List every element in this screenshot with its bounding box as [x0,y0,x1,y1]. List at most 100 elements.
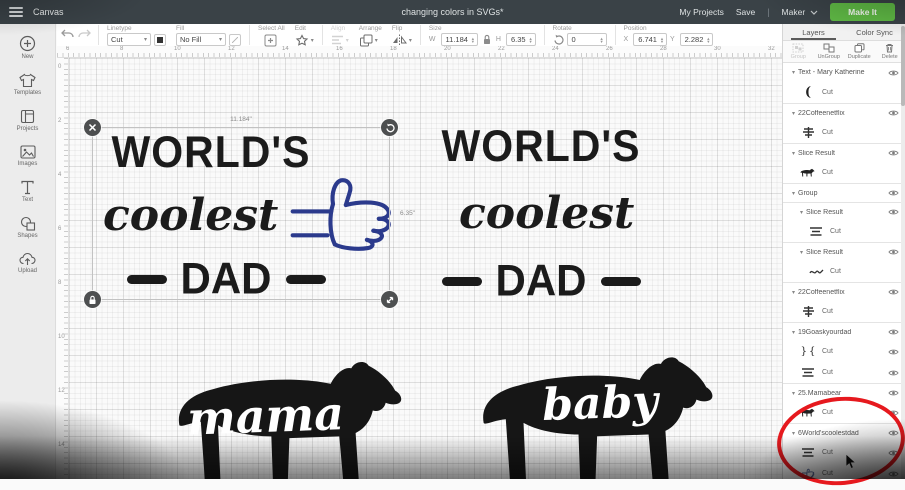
disclosure-caret-icon[interactable]: ▾ [800,249,803,256]
sidebar-item-upload[interactable]: Upload [0,249,55,277]
sidebar-item-shapes[interactable]: Shapes [0,213,55,242]
lock-handle-icon[interactable] [84,291,101,308]
layer-row-cut[interactable]: Cut [783,221,905,242]
layer-group-row[interactable]: ▾Slice Result [783,143,905,162]
disclosure-caret-icon[interactable]: ▾ [800,209,803,216]
visibility-eye-icon[interactable] [888,328,899,336]
layer-group-row[interactable]: ▾6World'scoolestdad [783,423,905,442]
visibility-eye-icon[interactable] [888,369,899,377]
selection-bounding-box[interactable]: 11.184" 6.35" [92,127,390,300]
tab-color-sync[interactable]: Color Sync [844,24,905,40]
fill-color-swatch[interactable] [229,34,241,46]
arrange-dropdown[interactable]: ▾ [359,34,378,47]
design-line-dad: DAD [496,259,587,303]
layer-row-cut[interactable]: Cut [783,362,905,383]
undo-button[interactable] [61,29,74,40]
visibility-eye-icon[interactable] [888,189,899,197]
linetype-dropdown[interactable]: Cut▾ [107,33,151,46]
visibility-eye-icon[interactable] [888,248,899,256]
layer-group-row[interactable]: ▾25.Mamabear [783,383,905,402]
save-link[interactable]: Save [736,7,755,17]
layer-row-cut[interactable]: Cut [783,162,905,183]
layer-group-row[interactable]: ▾Slice Result [783,202,905,221]
disclosure-caret-icon[interactable]: ▾ [792,69,795,76]
visibility-eye-icon[interactable] [888,288,899,296]
layer-row-cut[interactable]: Cut [783,122,905,143]
rotate-handle-icon[interactable] [381,119,398,136]
group-button[interactable]: Group [783,41,814,62]
disclosure-caret-icon[interactable]: ▾ [792,289,795,296]
position-y-input[interactable]: 2.282 ▲▼ [680,33,714,46]
select-all-button[interactable] [264,34,277,47]
bear-silhouette-mama[interactable]: mama [169,351,427,479]
lock-aspect-icon[interactable] [482,34,492,45]
disclosure-caret-icon[interactable]: ▾ [792,430,795,437]
disclosure-caret-icon[interactable]: ▾ [792,329,795,336]
align-dropdown[interactable]: ▾ [331,34,349,46]
sidebar-item-new[interactable]: New [0,32,55,63]
stepper-icon[interactable]: ▲▼ [706,37,710,43]
duplicate-button[interactable]: Duplicate [844,41,875,62]
layer-group-row[interactable]: ▾22Coffeenetflix [783,103,905,122]
arrange-control: Arrange ▾ [354,24,387,47]
resize-handle-icon[interactable] [381,291,398,308]
bear-silhouette-baby[interactable]: baby [473,346,739,479]
sidebar-item-projects[interactable]: Projects [0,106,55,135]
layer-group-row[interactable]: ▾19Goaskyourdad [783,322,905,341]
sidebar-item-images[interactable]: Images [0,142,55,170]
design-canvas[interactable]: WORLD'S coolest DAD 11.184" 6.35" [69,58,782,479]
stepper-icon[interactable]: ▲▼ [600,37,604,43]
layer-row-cut[interactable]: (Cut [783,82,905,103]
layer-name: 6World'scoolestdad [798,430,885,437]
width-input[interactable]: 11.184 ▲▼ [441,33,478,46]
disclosure-caret-icon[interactable]: ▾ [792,390,795,397]
panel-scrollbar[interactable] [901,24,905,479]
layer-row-cut[interactable]: Cut [783,463,905,479]
visibility-eye-icon[interactable] [888,389,899,397]
delete-handle-icon[interactable] [84,119,101,136]
layer-group-row[interactable]: ▾Slice Result [783,242,905,261]
ungroup-button[interactable]: UnGroup [814,41,845,62]
linetype-color-swatch[interactable] [154,34,166,46]
my-projects-link[interactable]: My Projects [679,7,723,17]
layer-group-row[interactable]: ▾Group [783,183,905,202]
visibility-eye-icon[interactable] [888,429,899,437]
menu-icon[interactable] [9,7,23,17]
position-x-input[interactable]: 6.741 ▲▼ [633,33,667,46]
visibility-eye-icon[interactable] [888,449,899,457]
height-input[interactable]: 6.35 ▲▼ [506,33,536,46]
visibility-eye-icon[interactable] [888,69,899,77]
disclosure-caret-icon[interactable]: ▾ [792,110,795,117]
layer-group-row[interactable]: ▾22Coffeenetflix [783,282,905,301]
sidebar-item-text[interactable]: Text [0,177,55,206]
stepper-icon[interactable]: ▲▼ [529,37,533,43]
stepper-icon[interactable]: ▲▼ [471,37,475,43]
visibility-eye-icon[interactable] [888,109,899,117]
tab-layers[interactable]: Layers [783,24,844,40]
position-control: Position X 6.741 ▲▼ Y 2.282 ▲▼ [619,24,719,46]
stepper-icon[interactable]: ▲▼ [660,37,664,43]
sidebar-item-label: Text [22,197,33,203]
design-worlds-coolest-dad[interactable]: WORLD'S coolest DAD [421,126,661,301]
disclosure-caret-icon[interactable]: ▾ [792,190,795,197]
visibility-eye-icon[interactable] [888,470,899,478]
visibility-eye-icon[interactable] [888,149,899,157]
fill-dropdown[interactable]: No Fill▾ [176,33,226,46]
flip-dropdown[interactable]: ▾ [392,34,412,46]
visibility-eye-icon[interactable] [888,348,899,356]
layer-row-cut[interactable]: Cut [783,442,905,463]
disclosure-caret-icon[interactable]: ▾ [792,150,795,157]
make-it-button[interactable]: Make It [830,3,895,21]
layer-row-cut[interactable]: Cut [783,402,905,423]
layer-row-cut[interactable]: } {Cut [783,341,905,362]
sidebar-item-templates[interactable]: Templates [0,70,55,99]
redo-button[interactable] [78,29,91,40]
layer-row-cut[interactable]: Cut [783,261,905,282]
visibility-eye-icon[interactable] [888,208,899,216]
layer-row-cut[interactable]: Cut [783,301,905,322]
edit-dropdown[interactable]: ▾ [295,34,314,47]
layer-group-row[interactable]: ▾Text - Mary Katherine [783,63,905,82]
visibility-eye-icon[interactable] [888,409,899,417]
rotate-input[interactable]: 0 ▲▼ [567,33,607,46]
machine-selector[interactable]: Maker [782,7,819,17]
